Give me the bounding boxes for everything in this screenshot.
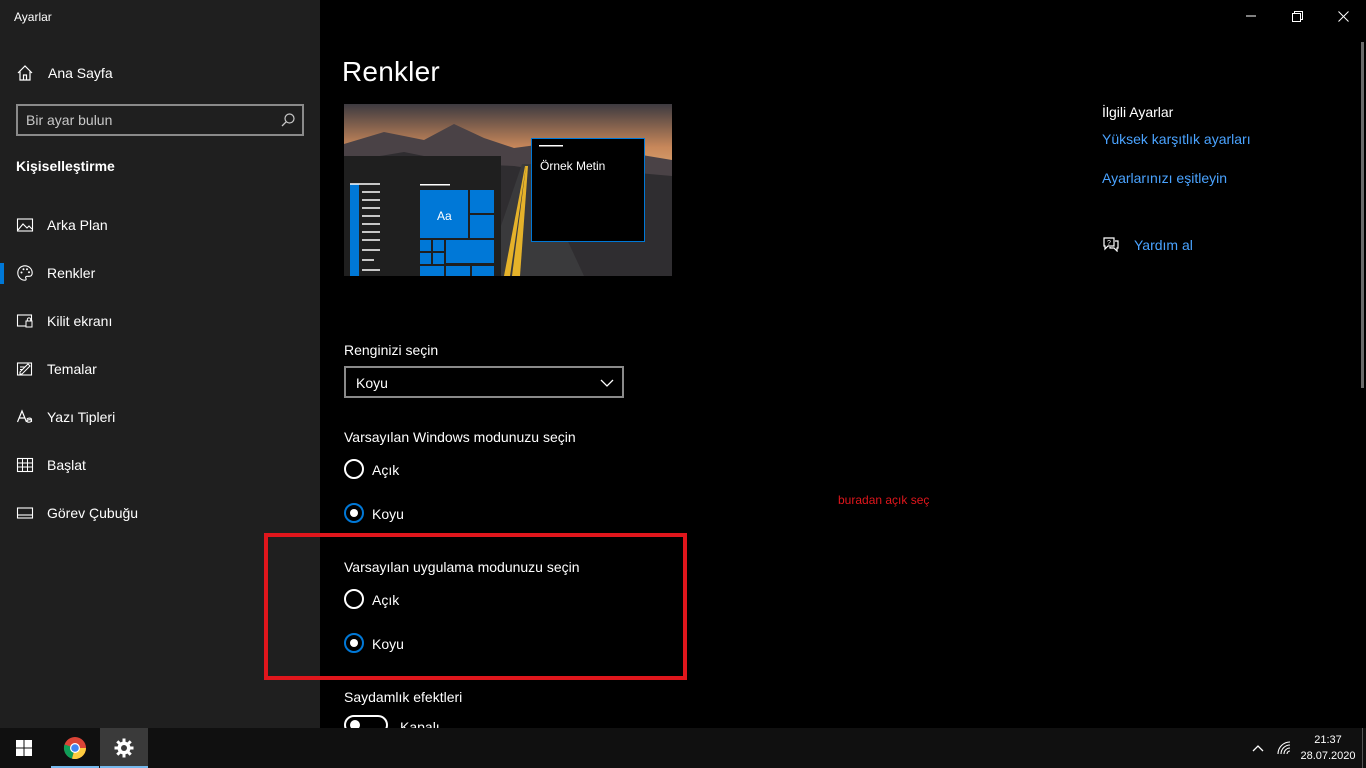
restore-icon (1291, 10, 1303, 22)
taskbar-icon (16, 507, 34, 519)
start-button[interactable] (0, 728, 48, 768)
show-desktop-button[interactable] (1362, 728, 1366, 768)
minimize-icon (1246, 15, 1256, 17)
preview-sample-text: Örnek Metin (540, 159, 605, 173)
title-bar: Ayarlar (0, 0, 1366, 32)
svg-text:?: ? (1107, 240, 1111, 247)
sidebar-item-fonts[interactable]: Yazı Tipleri (0, 397, 320, 437)
search-box[interactable] (16, 104, 304, 136)
help-chat-icon[interactable]: ? (1102, 236, 1120, 252)
active-indicator (0, 263, 4, 284)
sidebar-item-taskbar[interactable]: Görev Çubuğu (0, 493, 320, 533)
sidebar-item-themes[interactable]: Temalar (0, 349, 320, 389)
page-title: Renkler (342, 56, 440, 87)
preview-wallpaper: Aa Örnek Metin (344, 104, 672, 276)
app-title: Ayarlar (14, 10, 52, 24)
windows-mode-label: Varsayılan Windows modunuzu seçin (344, 429, 576, 445)
settings-window: Ana Sayfa Kişiselleştirme Arka Plan Renk… (0, 0, 1366, 735)
radio-label: Koyu (372, 506, 404, 522)
chrome-icon (63, 737, 87, 760)
home-icon (17, 65, 33, 81)
sidebar-item-lock-screen[interactable]: Kilit ekranı (0, 301, 320, 341)
windows-logo-icon (16, 740, 32, 756)
sidebar-item-label: Arka Plan (47, 217, 108, 233)
radio-label: Açık (372, 462, 400, 478)
wifi-icon (1277, 741, 1291, 755)
taskbar-clock[interactable]: 21:37 28.07.2020 (1300, 732, 1356, 764)
close-icon (1337, 10, 1349, 22)
sidebar-item-label: Temalar (47, 361, 97, 377)
annotation-text: buradan açık seç (838, 493, 930, 507)
windows-mode-light-radio[interactable]: Açık (344, 459, 464, 481)
home-label: Ana Sayfa (48, 65, 113, 81)
preview-tile-text: Aa (437, 209, 452, 223)
search-icon[interactable] (280, 112, 296, 128)
color-choice-dropdown[interactable]: Koyu (344, 366, 624, 398)
taskbar-settings-button[interactable] (100, 728, 148, 768)
transparency-label: Saydamlık efektleri (344, 689, 463, 705)
related-settings-heading: İlgili Ayarlar (1102, 104, 1174, 120)
clock-date: 28.07.2020 (1300, 750, 1356, 762)
color-choice-value: Koyu (356, 375, 388, 391)
sidebar-item-label: Yazı Tipleri (47, 409, 116, 425)
home-link[interactable]: Ana Sayfa (16, 62, 113, 84)
section-heading: Kişiselleştirme (16, 158, 115, 174)
minimize-button[interactable] (1228, 0, 1274, 32)
settings-gear-icon (114, 738, 134, 758)
sidebar-item-colors[interactable]: Renkler (0, 253, 320, 293)
sidebar-item-label: Kilit ekranı (47, 313, 113, 329)
windows-mode-dark-radio[interactable]: Koyu (344, 503, 464, 525)
taskbar: 21:37 28.07.2020 (0, 728, 1366, 768)
get-help-link[interactable]: Yardım al (1134, 237, 1193, 253)
sidebar-item-start[interactable]: Başlat (0, 445, 320, 485)
sidebar-item-label: Görev Çubuğu (47, 505, 139, 521)
theme-icon (16, 362, 33, 376)
scrollbar[interactable] (1361, 42, 1364, 388)
lock-screen-icon (16, 314, 33, 328)
radio-circle[interactable] (344, 459, 364, 479)
close-button[interactable] (1320, 0, 1366, 32)
annotation-highlight-box (264, 533, 687, 680)
network-button[interactable] (1274, 728, 1294, 768)
sidebar-item-label: Başlat (47, 457, 86, 473)
high-contrast-link[interactable]: Yüksek karşıtlık ayarları (1102, 131, 1251, 147)
image-icon (16, 218, 34, 232)
show-hidden-icons-button[interactable] (1248, 728, 1268, 768)
theme-preview: Aa Örnek Metin (344, 104, 672, 276)
chevron-down-icon (600, 379, 614, 387)
sidebar-item-label: Renkler (47, 265, 96, 281)
clock-time: 21:37 (1314, 734, 1342, 746)
radio-circle[interactable] (344, 503, 364, 523)
search-input[interactable] (26, 111, 266, 129)
palette-icon (17, 265, 33, 281)
chevron-up-icon (1252, 745, 1264, 752)
restore-button[interactable] (1274, 0, 1320, 32)
start-icon (16, 457, 34, 473)
font-icon (16, 409, 33, 423)
sidebar-item-background[interactable]: Arka Plan (0, 205, 320, 245)
taskbar-chrome-button[interactable] (51, 728, 99, 768)
color-choice-label: Renginizi seçin (344, 342, 439, 358)
sync-settings-link[interactable]: Ayarlarınızı eşitleyin (1102, 170, 1227, 186)
